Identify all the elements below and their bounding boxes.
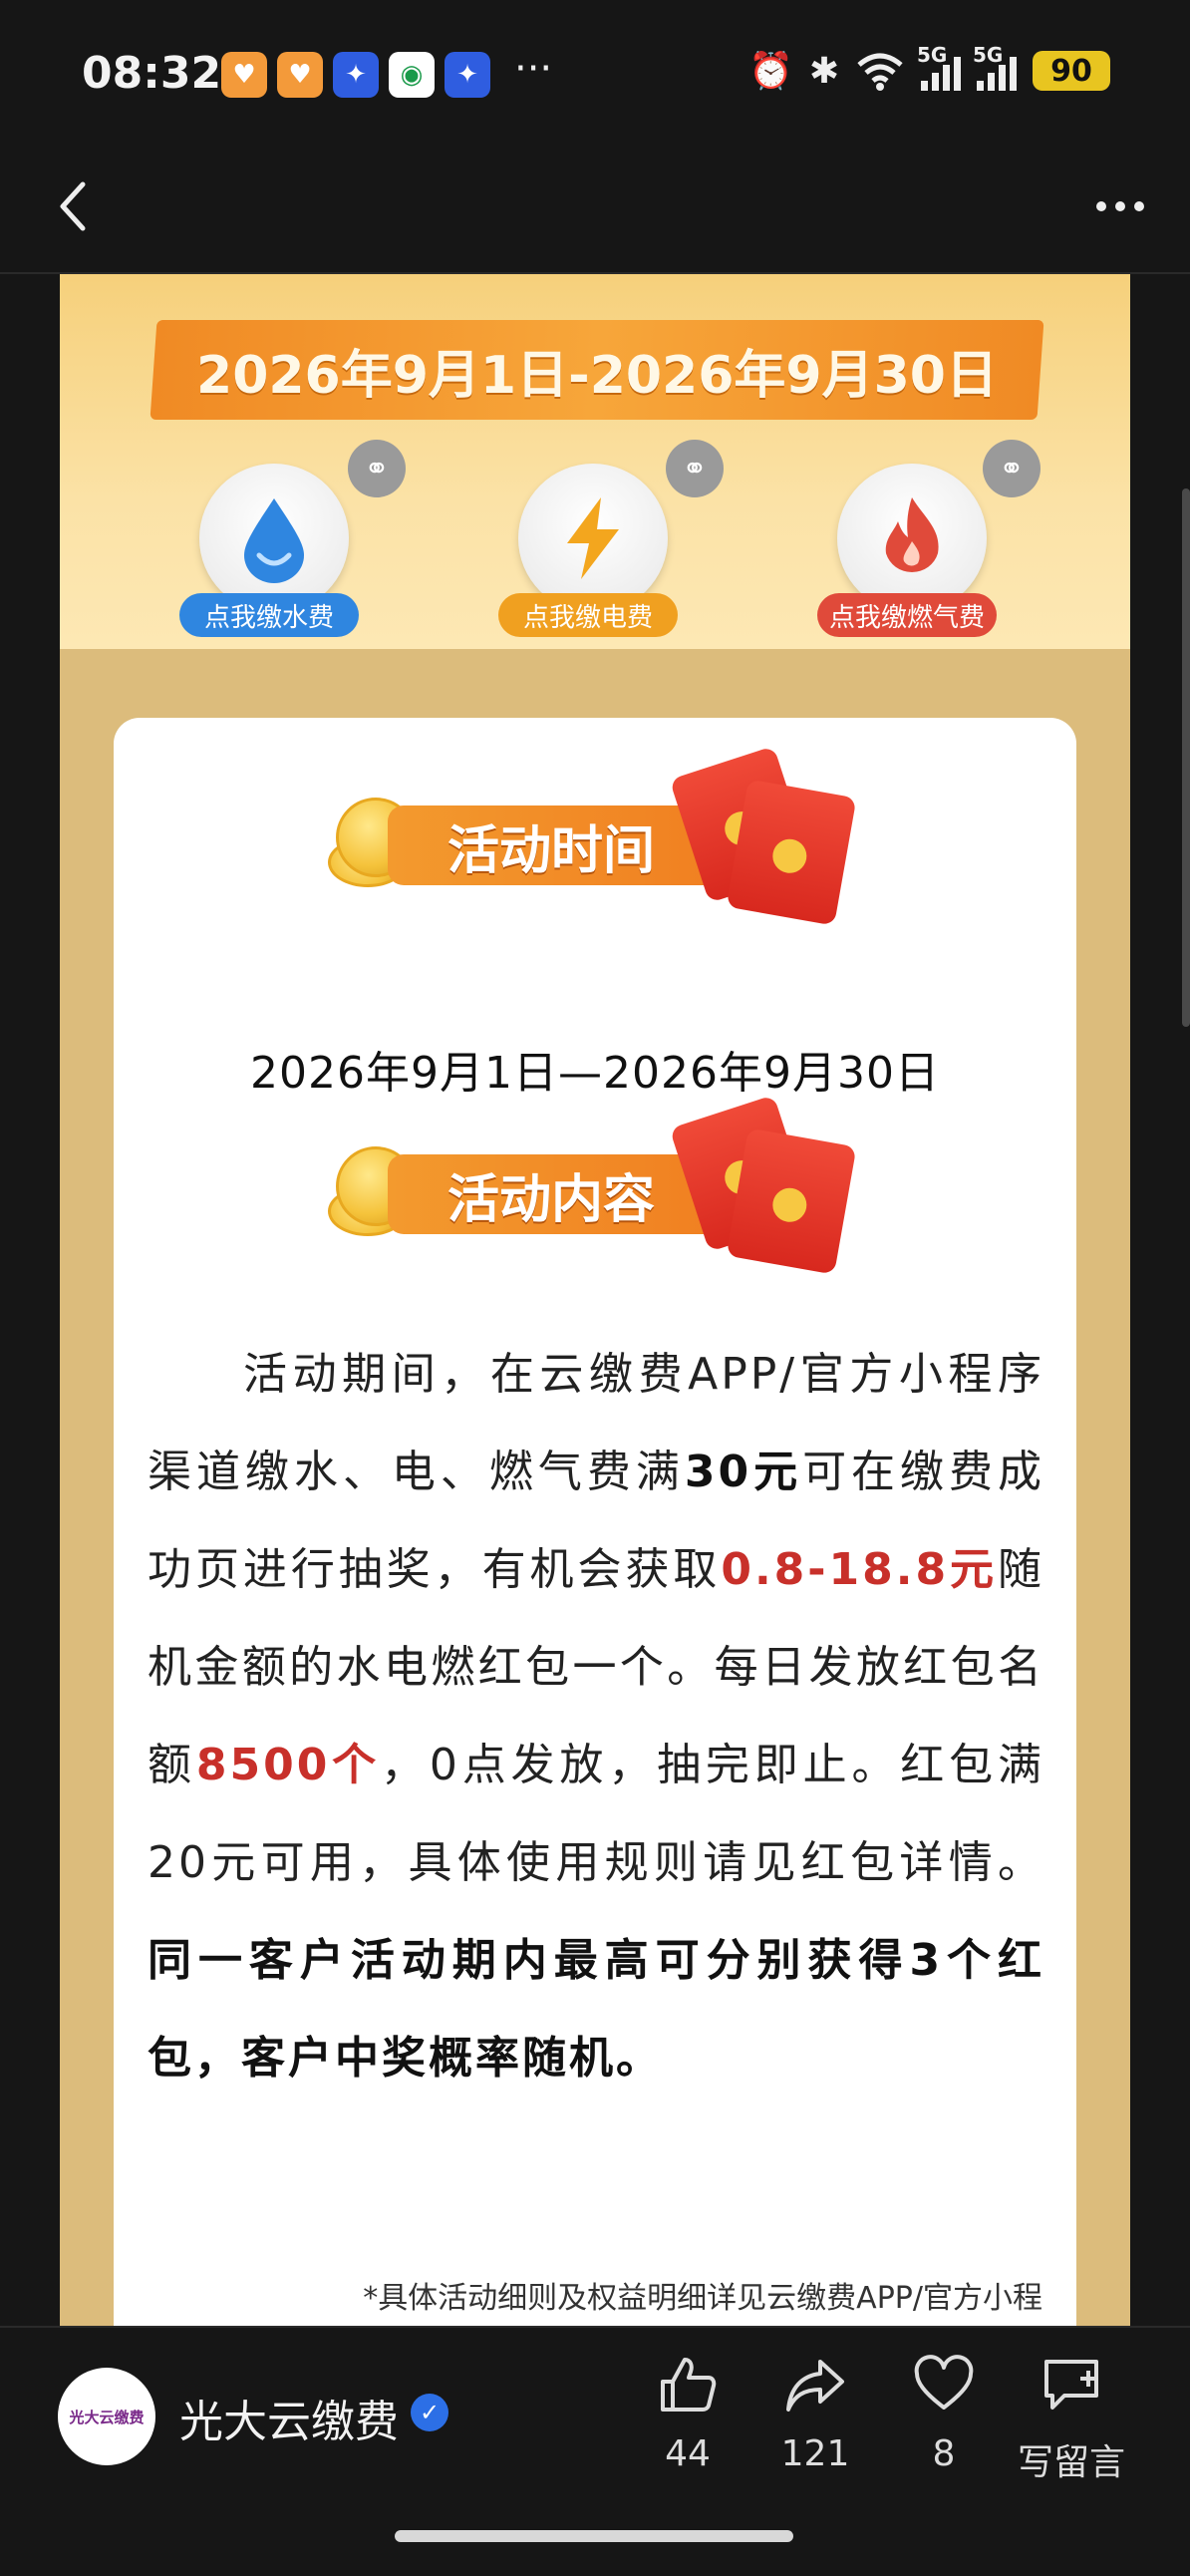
more-dots-icon	[1096, 201, 1106, 211]
app-heart-icon: ♥	[277, 52, 323, 98]
favorite-count: 8	[932, 2433, 956, 2474]
notification-more: ···	[514, 46, 553, 92]
bluetooth-icon: ✱	[808, 50, 839, 92]
red-envelope-icon	[726, 779, 857, 926]
home-indicator[interactable]	[395, 2530, 793, 2542]
section-title-time: 活动时间	[328, 746, 866, 926]
comment-add-icon	[1044, 2360, 1098, 2410]
banner-date-range: 2026年9月1日-2026年9月30日	[196, 345, 998, 406]
link-icon: ⚭	[983, 440, 1041, 497]
daily-quota: 8500个	[195, 1740, 382, 1790]
pay-electric-button[interactable]: 点我缴电费	[498, 464, 678, 653]
account-name[interactable]: 光大云缴费	[179, 2386, 399, 2449]
pay-gas-label: 点我缴燃气费	[817, 593, 997, 637]
notification-icons: ♥ ♥ ✦ ◉ ✦	[221, 52, 490, 98]
section-title-content: 活动内容	[328, 1095, 866, 1275]
activity-description: 活动期间，在云缴费APP/官方小程序渠道缴水、电、燃气费满30元可在缴费成功页进…	[148, 1326, 1044, 2107]
water-drop-icon	[199, 464, 349, 613]
banner: 2026年9月1日-2026年9月30日 点我缴水费 ⚭ 点我缴电费 ⚭ 点我缴…	[60, 274, 1130, 649]
pay-gas-button[interactable]: 点我缴燃气费	[817, 464, 997, 653]
share-button[interactable]: 121	[745, 2354, 885, 2503]
app-heart-icon: ♥	[221, 52, 267, 98]
favorite-button[interactable]: 8	[874, 2354, 1014, 2503]
more-options-button[interactable]	[1080, 171, 1160, 241]
signal-5g-2: 5G	[973, 43, 1017, 91]
app-star-icon: ✦	[445, 52, 490, 98]
share-count: 121	[780, 2433, 850, 2474]
more-dot	[1134, 201, 1144, 211]
alarm-icon: ⏰	[748, 51, 793, 92]
nav-bar	[0, 150, 1190, 274]
pay-water-button[interactable]: 点我缴水费	[179, 464, 359, 653]
avatar[interactable]: 光大云缴费	[58, 2368, 155, 2465]
back-button[interactable]	[38, 171, 108, 241]
thumbs-up-icon	[661, 2358, 717, 2412]
verified-badge-icon: ✓	[411, 2394, 448, 2431]
app-star-icon: ✦	[333, 52, 379, 98]
flame-icon	[837, 464, 987, 613]
activity-card: 活动时间 2026年9月1日—2026年9月30日 活动内容 活动期间，在云缴费…	[114, 718, 1076, 2326]
prize-range: 0.8-18.8元	[721, 1544, 998, 1595]
status-bar: 08:32 ♥ ♥ ✦ ◉ ✦ ··· ⏰ ✱ 5G 5G 90	[0, 0, 1190, 150]
pay-water-label: 点我缴水费	[179, 593, 359, 637]
share-icon	[786, 2360, 844, 2412]
write-comment-button[interactable]: 写留言	[1002, 2354, 1141, 2503]
like-count: 44	[665, 2433, 711, 2474]
lightning-icon	[518, 464, 668, 613]
body-text-bold: 同一客户活动期内最高可分别获得3个红包，客户中奖概率随机。	[148, 1935, 1044, 2084]
write-comment-label: 写留言	[1017, 2442, 1125, 2483]
activity-date: 2026年9月1日—2026年9月30日	[250, 1048, 940, 1099]
link-icon: ⚭	[666, 440, 724, 497]
scrollbar[interactable]	[1182, 488, 1190, 1027]
status-time: 08:32	[82, 48, 222, 99]
wifi-icon	[857, 53, 903, 91]
like-button[interactable]: 44	[618, 2354, 757, 2503]
chevron-left-icon	[60, 181, 86, 231]
china-mobile-icon: ◉	[389, 52, 435, 98]
link-icon: ⚭	[348, 440, 406, 497]
min-amount: 30元	[684, 1447, 803, 1497]
battery-indicator: 90	[1033, 51, 1110, 91]
pay-electric-label: 点我缴电费	[498, 593, 678, 637]
article-content[interactable]: 2026年9月1日-2026年9月30日 点我缴水费 ⚭ 点我缴电费 ⚭ 点我缴…	[60, 274, 1130, 2326]
status-right: ⏰ ✱ 5G 5G 90	[748, 43, 1110, 92]
heart-icon	[914, 2355, 974, 2410]
footnote: *具体活动细则及权益明细详见云缴费APP/官方小程	[363, 2281, 1042, 2316]
signal-5g-1: 5G	[917, 43, 961, 91]
network-tag: 5G	[973, 43, 1004, 67]
red-envelope-icon	[726, 1127, 857, 1275]
more-dot	[1115, 201, 1125, 211]
network-tag: 5G	[917, 43, 948, 67]
